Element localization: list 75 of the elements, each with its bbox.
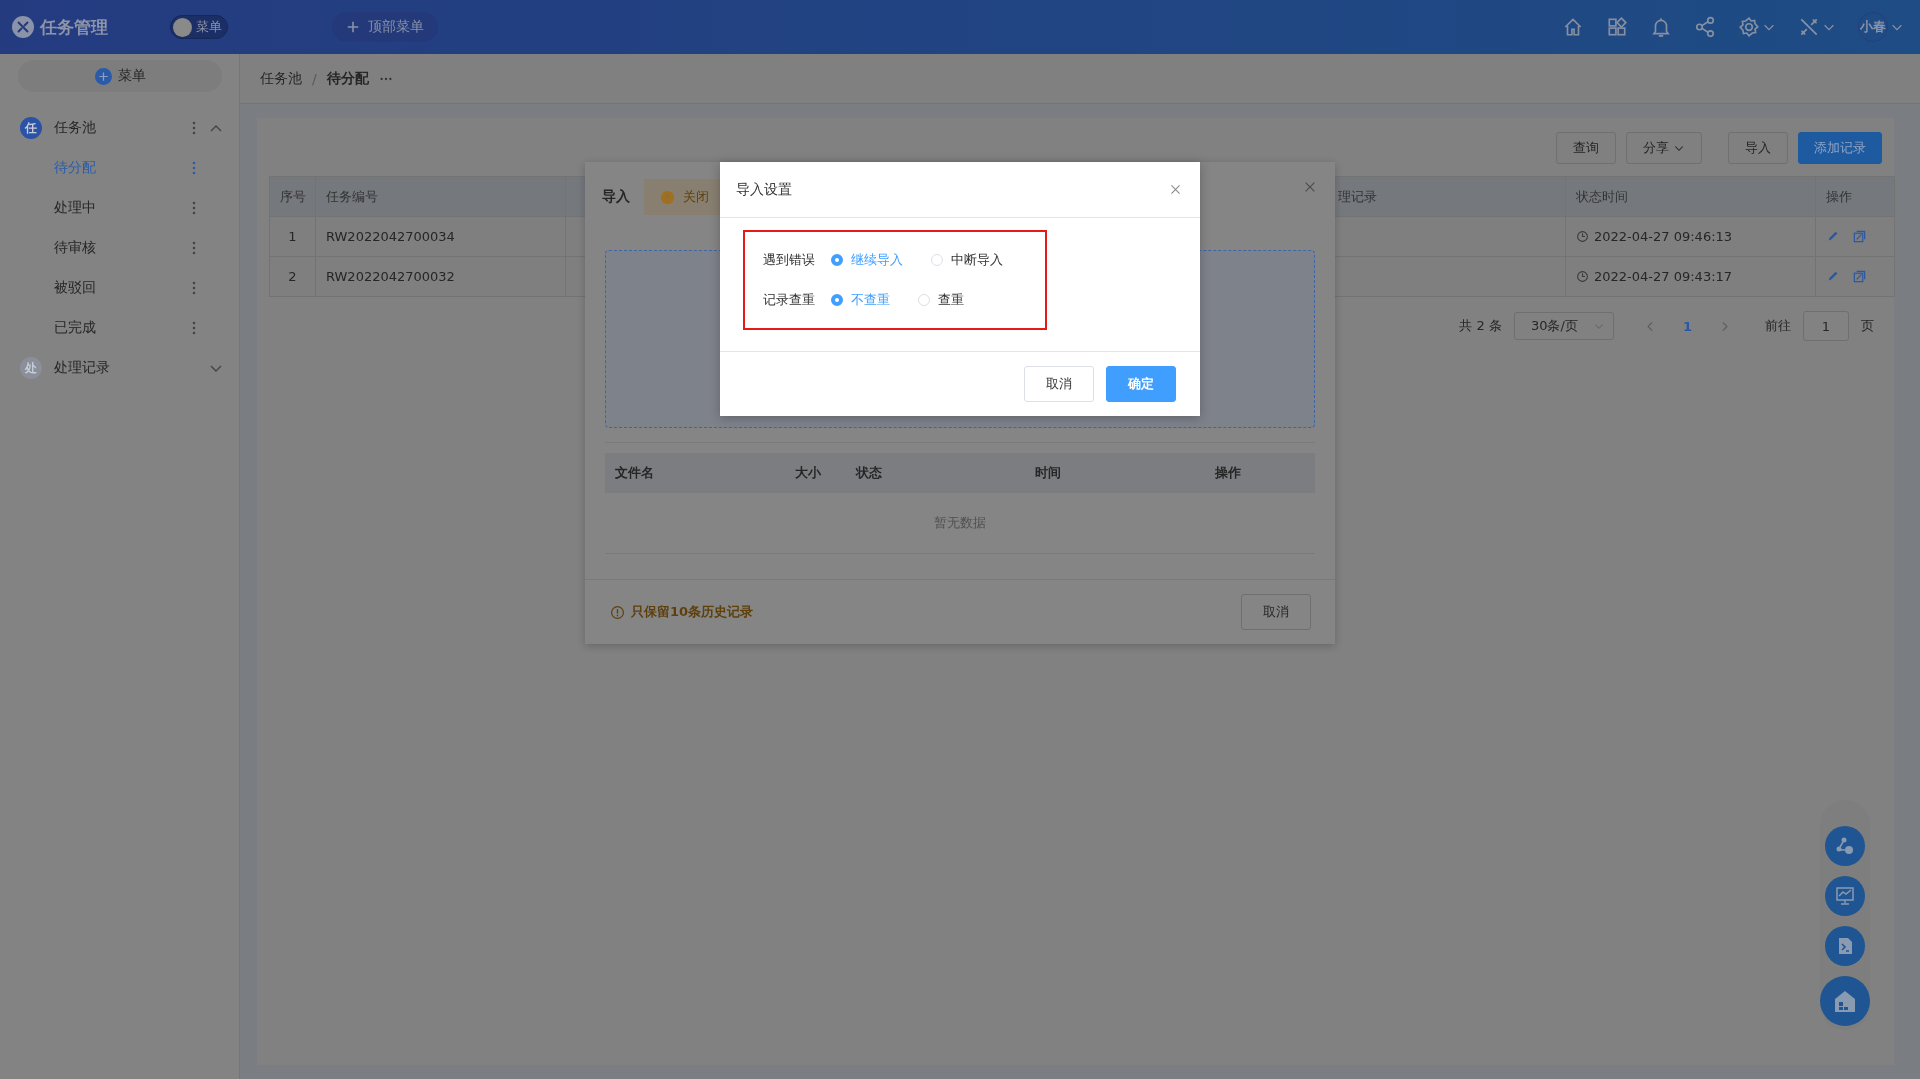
clock-icon [1576,270,1589,283]
column-header: 操作 [1815,176,1895,217]
terminal-file-button[interactable] [1825,926,1865,966]
home-icon [1562,16,1584,38]
share-icon [1694,16,1716,38]
cancel-button[interactable]: 取消 [1241,594,1311,630]
sidebar-item[interactable]: 待审核 [54,239,186,257]
column-header: 文件名 [615,464,655,482]
cancel-button[interactable]: 取消 [1024,366,1094,402]
sidebar-group[interactable]: 处理记录 [54,359,186,377]
toolbar-button[interactable]: 导入 [1728,132,1788,164]
page-suffix: 页 [1861,317,1874,335]
table-cell: 2022-04-27 09:43:17 [1594,269,1733,284]
warning-icon [660,189,675,205]
copy-icon[interactable] [1852,269,1867,284]
breadcrumb-separator: / [312,70,317,87]
radio-label[interactable]: 查重 [938,291,964,309]
radio-button[interactable] [831,254,843,266]
radio-label[interactable]: 中断导入 [951,251,1003,269]
bell-icon [1650,16,1672,38]
radio-label[interactable]: 继续导入 [851,251,903,269]
top-menu-button[interactable]: 顶部菜单 [332,12,438,42]
sidebar-item[interactable]: 被驳回 [54,279,186,297]
plus-icon [346,20,360,34]
group-badge: 处 [20,357,42,379]
confirm-button[interactable]: 确定 [1106,366,1176,402]
column-header: 任务编号 [315,176,566,217]
page-size-select[interactable]: 30条/页 [1513,312,1614,340]
column-header: 状态时间 [1565,176,1816,217]
add-button[interactable]: 添加记录 [1798,132,1882,164]
info-icon [610,604,625,620]
sidebar-item[interactable]: 已完成 [54,319,186,337]
dialog-title: 导入 [602,188,630,206]
chart-monitor-icon [1834,885,1856,907]
menu-toggle[interactable]: 菜单 [170,15,228,39]
dialog-title: 导入设置 [736,180,792,199]
home-button[interactable] [1820,976,1870,1026]
close-icon[interactable] [1169,183,1182,196]
sidebar-item[interactable]: 处理中 [54,199,186,217]
grid-icon [1606,16,1628,38]
table-cell: 2 [269,256,316,297]
column-header: 时间 [1035,464,1062,482]
sidebar-group[interactable]: 任务池 [54,119,186,137]
breadcrumb-link[interactable]: 任务池 [260,69,302,88]
column-header: 大小 [795,464,822,482]
goto-label: 前往 [1765,317,1791,335]
app-title: 任务管理 [40,15,108,39]
column-header: 操作 [1215,464,1242,482]
notice-text: 关闭 [683,188,709,206]
settings-icon [1738,16,1760,38]
table-cell: RW2022042700032 [315,256,566,297]
table-cell: 2022-04-27 09:46:13 [1594,229,1733,244]
chart-monitor-button[interactable] [1825,876,1865,916]
history-note: 只保留10条历史记录 [631,603,754,621]
clock-icon [1576,230,1589,243]
radio-button[interactable] [831,294,843,306]
close-icon[interactable] [1303,180,1317,194]
field-label: 记录查重 [763,291,816,309]
radio-label[interactable]: 不查重 [851,291,890,309]
column-header: 状态 [856,464,883,482]
table-cell: RW2022042700034 [315,216,566,257]
edit-icon[interactable] [1826,269,1840,283]
edit-icon[interactable] [1826,229,1840,243]
toolbar-button[interactable]: 分享 [1626,132,1702,164]
table-cell: 1 [269,216,316,257]
page-input[interactable]: 1 [1803,311,1849,341]
column-header: 序号 [269,176,316,217]
plus-icon [94,67,112,85]
breadcrumb-current: 待分配 [326,69,369,88]
add-menu-button[interactable]: 菜单 [18,60,222,92]
field-label: 遇到错误 [763,251,816,269]
group-badge: 任 [20,117,42,139]
total-count: 共 2 条 [1459,317,1502,335]
copy-icon[interactable] [1852,229,1867,244]
toolbar-button[interactable]: 查询 [1556,132,1616,164]
